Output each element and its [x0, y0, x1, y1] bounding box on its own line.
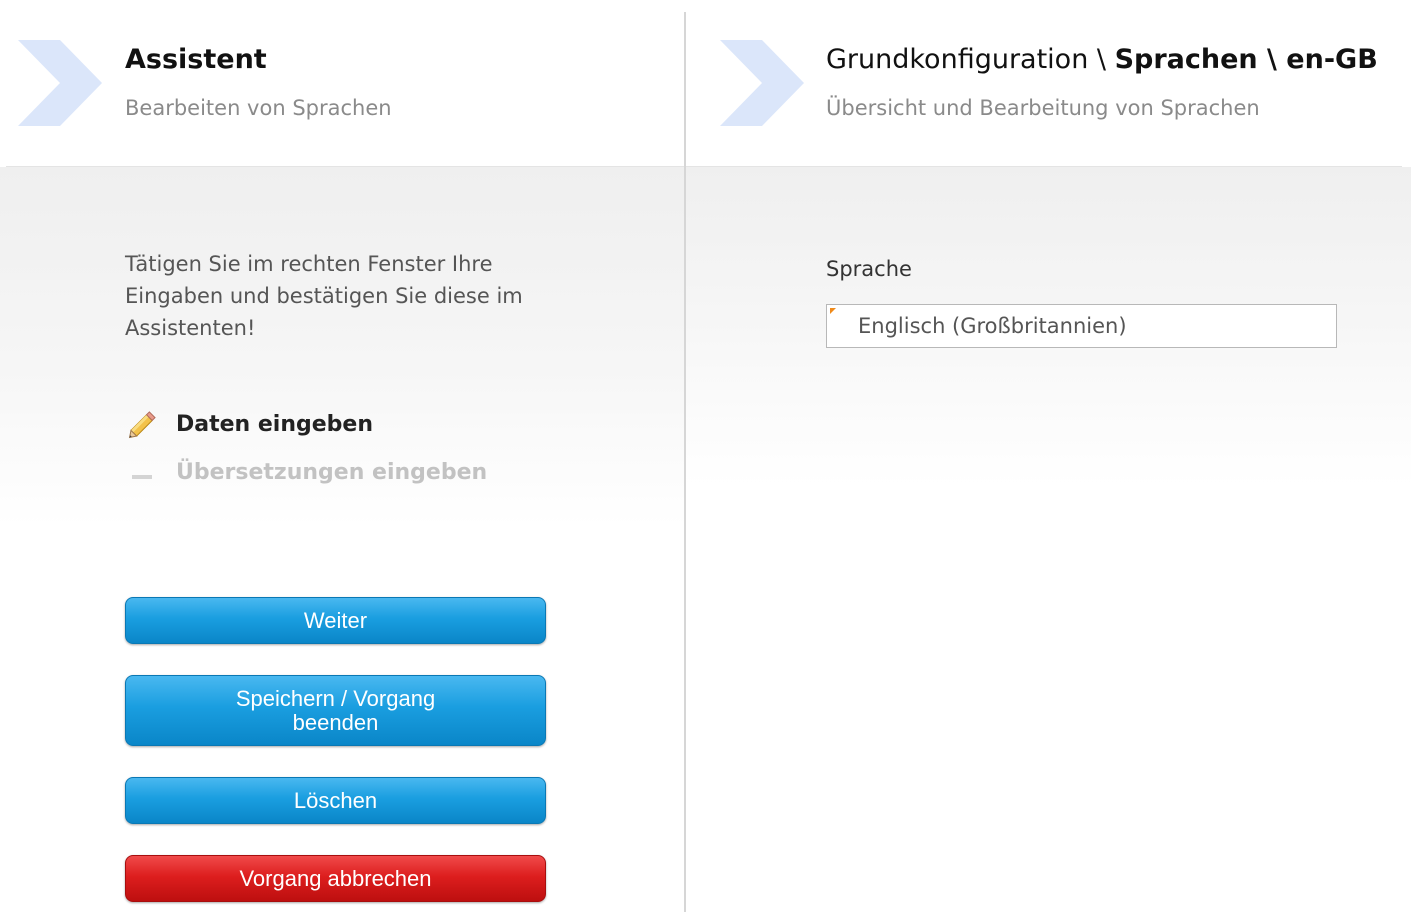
step-translations: Übersetzungen eingeben	[125, 454, 487, 490]
chevron-right-icon	[18, 40, 104, 126]
step-data-entry: Daten eingeben	[125, 406, 373, 442]
assistant-subtitle: Bearbeiten von Sprachen	[125, 96, 392, 120]
breadcrumb: Grundkonfiguration \ Sprachen \ en-GB	[826, 44, 1378, 75]
step-label: Übersetzungen eingeben	[176, 459, 488, 485]
required-marker-icon	[830, 308, 836, 314]
assistant-panel: Assistent Bearbeiten von Sprachen Tätige…	[0, 0, 684, 912]
breadcrumb-current: Sprachen \ en-GB	[1114, 44, 1378, 75]
save-finish-button[interactable]: Speichern / Vorgang beenden	[125, 675, 546, 746]
chevron-right-icon	[720, 40, 806, 126]
content-panel: Grundkonfiguration \ Sprachen \ en-GB Üb…	[686, 0, 1411, 912]
step-label: Daten eingeben	[176, 411, 373, 437]
pencil-icon	[125, 406, 161, 442]
cancel-button[interactable]: Vorgang abbrechen	[125, 855, 546, 902]
content-header: Grundkonfiguration \ Sprachen \ en-GB Üb…	[686, 0, 1411, 166]
assistant-instructions: Tätigen Sie im rechten Fenster Ihre Eing…	[125, 252, 523, 340]
language-field-label: Sprache	[826, 257, 912, 281]
assistant-header: Assistent Bearbeiten von Sprachen	[0, 0, 684, 166]
assistant-title: Assistent	[125, 44, 267, 75]
content-subtitle: Übersicht und Bearbeitung von Sprachen	[826, 96, 1260, 120]
breadcrumb-prefix: Grundkonfiguration \	[826, 44, 1115, 75]
content-body	[686, 167, 1411, 912]
wizard-page: Assistent Bearbeiten von Sprachen Tätige…	[0, 0, 1411, 912]
next-button[interactable]: Weiter	[125, 597, 546, 644]
delete-button[interactable]: Löschen	[125, 777, 546, 824]
language-field[interactable]: Englisch (Großbritannien)	[826, 304, 1337, 348]
dash-icon	[125, 454, 161, 490]
language-field-value: Englisch (Großbritannien)	[858, 314, 1127, 338]
